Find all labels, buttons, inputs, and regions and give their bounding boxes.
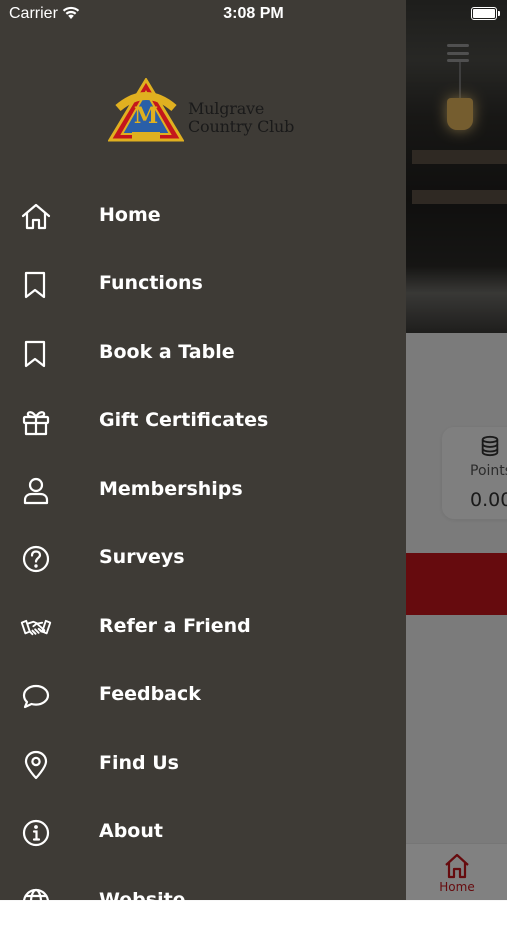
gift-icon [20, 406, 52, 438]
menu-item-label: Refer a Friend [99, 615, 251, 637]
bookmark-icon [20, 338, 52, 370]
handshake-icon [20, 612, 52, 644]
menu-item-refer-a-friend[interactable]: Refer a Friend [0, 596, 406, 658]
menu-item-label: Home [99, 204, 161, 226]
menu-item-book-a-table[interactable]: Book a Table [0, 322, 406, 384]
chat-bubble-icon [20, 680, 52, 712]
menu-item-label: Feedback [99, 683, 201, 705]
menu-item-functions[interactable]: Functions [0, 253, 406, 315]
club-emblem-logo: M [108, 78, 184, 142]
status-bar: Carrier 3:08 PM [0, 0, 507, 30]
menu-item-label: Find Us [99, 752, 179, 774]
menu-item-about[interactable]: About [0, 801, 406, 863]
map-pin-icon [20, 749, 52, 781]
home-icon [20, 201, 52, 233]
menu-item-label: About [99, 820, 163, 842]
menu-item-feedback[interactable]: Feedback [0, 664, 406, 726]
menu-item-label: Gift Certificates [99, 409, 269, 431]
menu-item-gift-certificates[interactable]: Gift Certificates [0, 390, 406, 452]
battery-icon [471, 7, 500, 20]
menu-item-find-us[interactable]: Find Us [0, 733, 406, 795]
person-icon [20, 475, 52, 507]
menu-item-label: Surveys [99, 546, 185, 568]
menu-item-label: Functions [99, 272, 203, 294]
club-name-line2: Country Club [188, 117, 295, 136]
menu-item-memberships[interactable]: Memberships [0, 459, 406, 521]
bookmark-icon [20, 269, 52, 301]
info-circle-icon [20, 817, 52, 849]
svg-text:M: M [134, 103, 158, 129]
club-name-line1: Mulgrave [188, 99, 265, 118]
menu-item-surveys[interactable]: Surveys [0, 527, 406, 589]
clock: 3:08 PM [223, 5, 284, 22]
menu-item-website[interactable]: Website [0, 870, 406, 932]
club-logo: M Mulgrave Country Club [108, 78, 298, 148]
menu-item-label: Website [99, 889, 186, 911]
menu-item-label: Book a Table [99, 341, 235, 363]
menu-item-label: Memberships [99, 478, 243, 500]
club-name: Mulgrave Country Club [188, 100, 294, 136]
globe-icon [20, 886, 52, 918]
side-drawer: M Mulgrave Country Club Home Functions B… [0, 0, 406, 916]
question-circle-icon [20, 543, 52, 575]
menu-item-home[interactable]: Home [0, 185, 406, 247]
